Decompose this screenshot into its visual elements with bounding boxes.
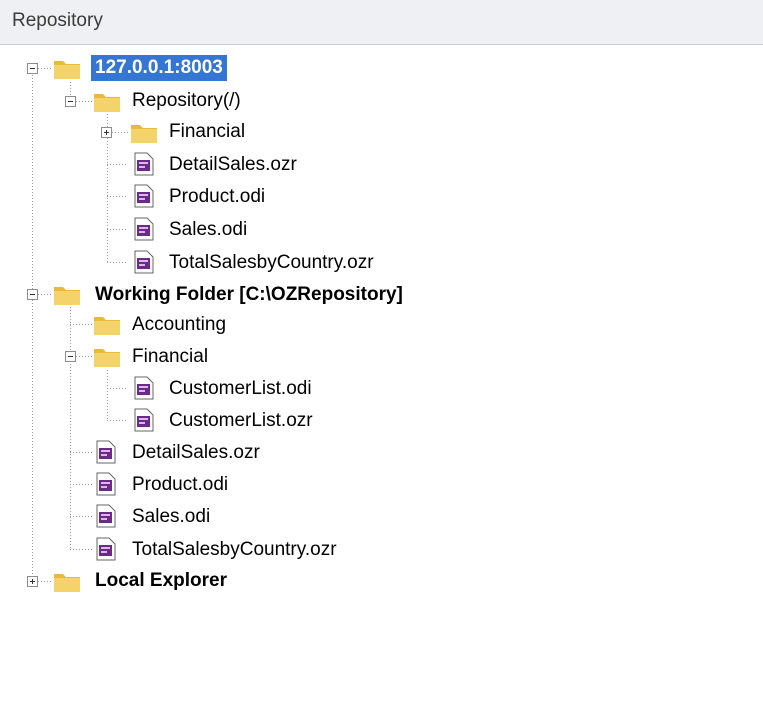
folder-icon: [94, 317, 120, 335]
wf-file-label[interactable]: Product.odi: [128, 472, 232, 498]
panel-titlebar: Repository: [0, 0, 763, 45]
accounting-node-label[interactable]: Accounting: [128, 312, 230, 338]
report-file-icon: [134, 250, 154, 274]
repo-financial-node-label[interactable]: Financial: [165, 119, 249, 145]
server-collapse-toggle[interactable]: [27, 63, 38, 74]
folder-icon: [94, 349, 120, 367]
folder-icon: [54, 574, 80, 592]
folder-icon: [54, 287, 80, 305]
tree-view-area[interactable]: [8, 48, 763, 717]
wf-file-label[interactable]: TotalSalesbyCountry.ozr: [128, 537, 341, 563]
repository-collapse-toggle[interactable]: [65, 96, 76, 107]
repo-file-label[interactable]: DetailSales.ozr: [165, 152, 301, 178]
report-file-icon: [96, 537, 116, 561]
report-file-icon: [134, 152, 154, 176]
wf-financial-collapse-toggle[interactable]: [65, 351, 76, 362]
repo-financial-expand-toggle[interactable]: [101, 127, 112, 138]
wf-financial-node-label[interactable]: Financial: [128, 344, 212, 370]
wf-financial-file-label[interactable]: CustomerList.ozr: [165, 408, 317, 434]
wf-financial-file-label[interactable]: CustomerList.odi: [165, 376, 316, 402]
folder-icon: [131, 125, 157, 143]
report-file-icon: [96, 504, 116, 528]
folder-icon: [94, 94, 120, 112]
folder-icon: [54, 61, 80, 79]
repo-file-label[interactable]: Product.odi: [165, 184, 269, 210]
server-node-label[interactable]: 127.0.0.1:8003: [91, 55, 227, 81]
panel-title: Repository: [12, 10, 103, 31]
local-explorer-node-label[interactable]: Local Explorer: [91, 568, 231, 594]
report-file-icon: [134, 184, 154, 208]
wf-file-label[interactable]: Sales.odi: [128, 504, 214, 530]
report-file-icon: [134, 408, 154, 432]
report-file-icon: [96, 440, 116, 464]
report-file-icon: [134, 376, 154, 400]
working-folder-collapse-toggle[interactable]: [27, 289, 38, 300]
wf-file-label[interactable]: DetailSales.ozr: [128, 440, 264, 466]
repository-panel: Repository 127.0.0.1:8003 Repository(/) …: [0, 0, 763, 717]
working-folder-node-label[interactable]: Working Folder [C:\OZRepository]: [91, 282, 407, 308]
repo-file-label[interactable]: TotalSalesbyCountry.ozr: [165, 250, 378, 276]
report-file-icon: [96, 472, 116, 496]
repository-node-label[interactable]: Repository(/): [128, 88, 245, 114]
repo-file-label[interactable]: Sales.odi: [165, 217, 251, 243]
report-file-icon: [134, 217, 154, 241]
local-explorer-expand-toggle[interactable]: [27, 576, 38, 587]
